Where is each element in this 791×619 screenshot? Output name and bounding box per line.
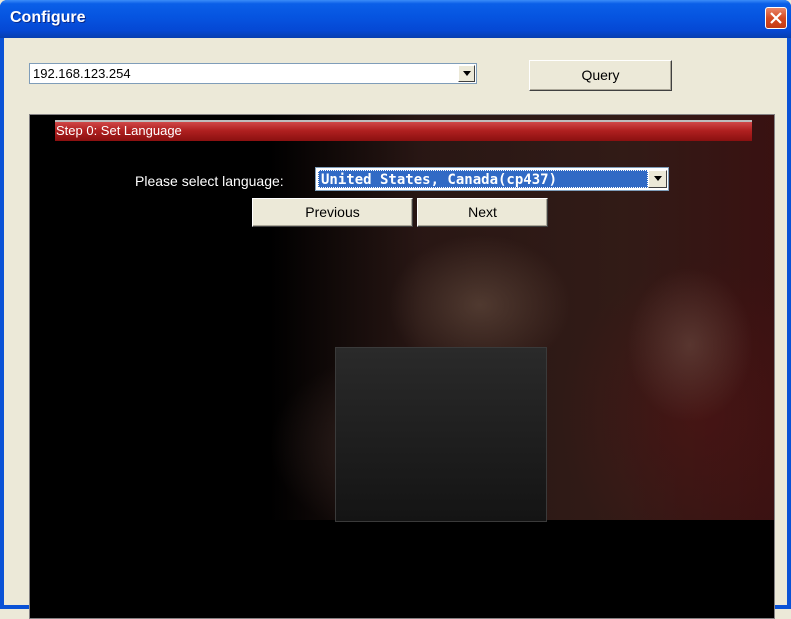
title-bar[interactable]: Configure: [0, 0, 791, 38]
address-value: 192.168.123.254: [33, 66, 131, 81]
language-label: Please select language:: [135, 173, 284, 189]
query-button[interactable]: Query: [529, 60, 672, 91]
step-header: Step 0: Set Language: [55, 120, 752, 141]
address-combobox[interactable]: 192.168.123.254: [29, 63, 477, 84]
chevron-down-icon: [463, 71, 471, 76]
configure-window: Configure 192.168.123.254 Query Step 0: …: [0, 0, 791, 619]
chevron-down-icon: [654, 176, 662, 181]
close-button[interactable]: [765, 7, 787, 29]
window-title: Configure: [10, 9, 86, 26]
close-icon: [770, 12, 782, 24]
step-title: Step 0: Set Language: [56, 123, 182, 138]
previous-button[interactable]: Previous: [252, 198, 413, 227]
client-area: 192.168.123.254 Query Step 0: Set Langua…: [4, 38, 787, 619]
language-dropdown-button[interactable]: [648, 170, 667, 188]
address-dropdown-button[interactable]: [458, 65, 475, 82]
language-selected-value: United States, Canada(cp437): [318, 170, 648, 188]
next-button[interactable]: Next: [417, 198, 548, 227]
wizard-panel: Step 0: Set Language Please select langu…: [29, 114, 775, 619]
language-select[interactable]: United States, Canada(cp437): [315, 167, 669, 191]
laptop-image: [335, 347, 547, 522]
